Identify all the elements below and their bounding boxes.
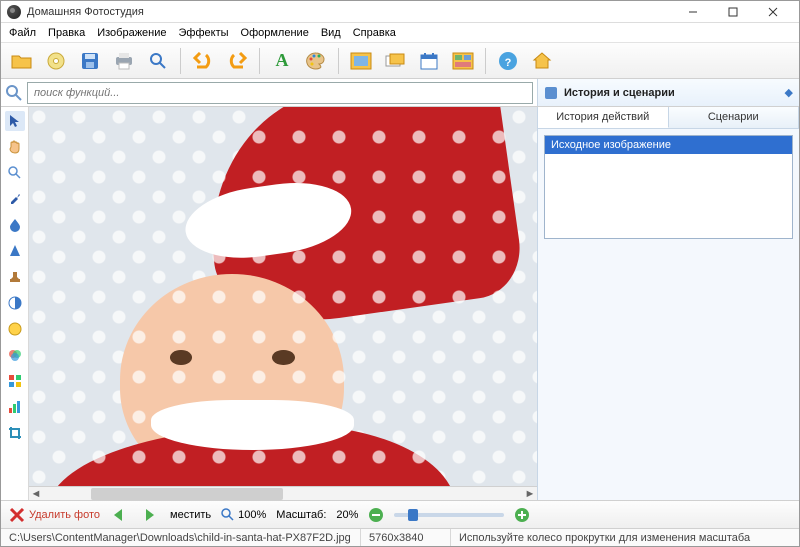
bottom-bar: Удалить фото местить 100% Масштаб: 20%	[1, 500, 799, 528]
tab-scenarios[interactable]: Сценарии	[669, 107, 800, 128]
status-filepath: C:\Users\ContentManager\Downloads\child-…	[1, 529, 361, 546]
toolbar-sep	[259, 48, 260, 74]
cone-icon[interactable]	[5, 241, 25, 261]
fit-label[interactable]: местить	[170, 509, 211, 521]
window-titlebar: Домашняя Фотостудия	[1, 1, 799, 23]
delete-label: Удалить фото	[29, 509, 100, 521]
history-list[interactable]: Исходное изображение	[544, 135, 793, 239]
palette-icon[interactable]	[301, 47, 331, 75]
eyedropper-icon[interactable]	[5, 189, 25, 209]
delete-photo-button[interactable]: Удалить фото	[9, 507, 100, 523]
undo-icon[interactable]	[188, 47, 218, 75]
history-panel: История действий Сценарии Исходное изобр…	[537, 107, 799, 500]
photo-preview	[29, 107, 537, 486]
save-icon[interactable]	[75, 47, 105, 75]
stamp-icon[interactable]	[5, 267, 25, 287]
minimize-button[interactable]	[673, 1, 713, 23]
image-canvas[interactable]	[29, 107, 537, 486]
menu-effects[interactable]: Эффекты	[179, 27, 229, 39]
main-toolbar: A ?	[1, 43, 799, 79]
scale-label: Масштаб:	[276, 509, 326, 521]
text-tool-icon[interactable]: A	[267, 47, 297, 75]
search-icon[interactable]	[5, 84, 23, 102]
color-balance-icon[interactable]	[5, 371, 25, 391]
toolbar-sep	[485, 48, 486, 74]
pointer-icon[interactable]	[5, 111, 25, 131]
cd-disc-icon[interactable]	[41, 47, 71, 75]
status-bar: C:\Users\ContentManager\Downloads\child-…	[1, 528, 799, 546]
help-icon[interactable]: ?	[493, 47, 523, 75]
window-title: Домашняя Фотостудия	[27, 6, 673, 18]
menu-image[interactable]: Изображение	[97, 27, 166, 39]
magnifier-icon	[221, 508, 235, 522]
open-folder-icon[interactable]	[7, 47, 37, 75]
horizontal-scrollbar[interactable]: ◄ ►	[29, 486, 537, 500]
redo-icon[interactable]	[222, 47, 252, 75]
calendar-icon[interactable]	[414, 47, 444, 75]
home-icon[interactable]	[527, 47, 557, 75]
layers-icon[interactable]	[380, 47, 410, 75]
scale-value: 20%	[336, 509, 358, 521]
app-icon	[7, 5, 21, 19]
next-image-icon[interactable]	[140, 507, 160, 523]
scroll-right-icon[interactable]: ►	[523, 488, 537, 500]
function-search	[1, 79, 537, 106]
hand-icon[interactable]	[5, 137, 25, 157]
status-dimensions: 5760x3840	[361, 529, 451, 546]
print-icon[interactable]	[109, 47, 139, 75]
drop-icon[interactable]	[5, 215, 25, 235]
history-item[interactable]: Исходное изображение	[545, 136, 792, 154]
menu-view[interactable]: Вид	[321, 27, 341, 39]
panel-tabs: История действий Сценарии	[538, 107, 799, 129]
svg-text:?: ?	[505, 57, 512, 69]
crop-icon[interactable]	[5, 423, 25, 443]
menu-edit[interactable]: Правка	[48, 27, 85, 39]
pin-icon[interactable]: ◆	[785, 86, 793, 99]
frame-icon[interactable]	[346, 47, 376, 75]
toolbar-sep	[180, 48, 181, 74]
menu-file[interactable]: Файл	[9, 27, 36, 39]
scroll-left-icon[interactable]: ◄	[29, 488, 43, 500]
collage-icon[interactable]	[448, 47, 478, 75]
history-icon	[544, 86, 558, 100]
toolbar-sep	[338, 48, 339, 74]
tab-history[interactable]: История действий	[538, 107, 669, 128]
zoom-icon[interactable]	[143, 47, 173, 75]
hue-icon[interactable]	[5, 319, 25, 339]
panel-title: История и сценарии	[564, 87, 779, 99]
zoom-100-button[interactable]: 100%	[221, 508, 266, 522]
close-button[interactable]	[753, 1, 793, 23]
levels-icon[interactable]	[5, 397, 25, 417]
left-toolstrip	[1, 107, 29, 500]
menu-bar: Файл Правка Изображение Эффекты Оформлен…	[1, 23, 799, 43]
search-input[interactable]	[27, 82, 533, 104]
maximize-button[interactable]	[713, 1, 753, 23]
zoom-slider[interactable]	[394, 513, 504, 517]
contrast-icon[interactable]	[5, 293, 25, 313]
history-panel-header: История и сценарии ◆	[537, 79, 799, 106]
status-hint: Используйте колесо прокрутки для изменен…	[451, 532, 799, 544]
channels-icon[interactable]	[5, 345, 25, 365]
menu-help[interactable]: Справка	[353, 27, 396, 39]
zoom-knob[interactable]	[408, 509, 418, 521]
menu-design[interactable]: Оформление	[241, 27, 309, 39]
canvas-area: ◄ ►	[29, 107, 537, 500]
zoom-tool-icon[interactable]	[5, 163, 25, 183]
prev-image-icon[interactable]	[110, 507, 130, 523]
zoom-out-icon[interactable]	[368, 507, 384, 523]
zoom-in-icon[interactable]	[514, 507, 530, 523]
scroll-thumb[interactable]	[91, 488, 283, 500]
delete-icon	[9, 507, 25, 523]
